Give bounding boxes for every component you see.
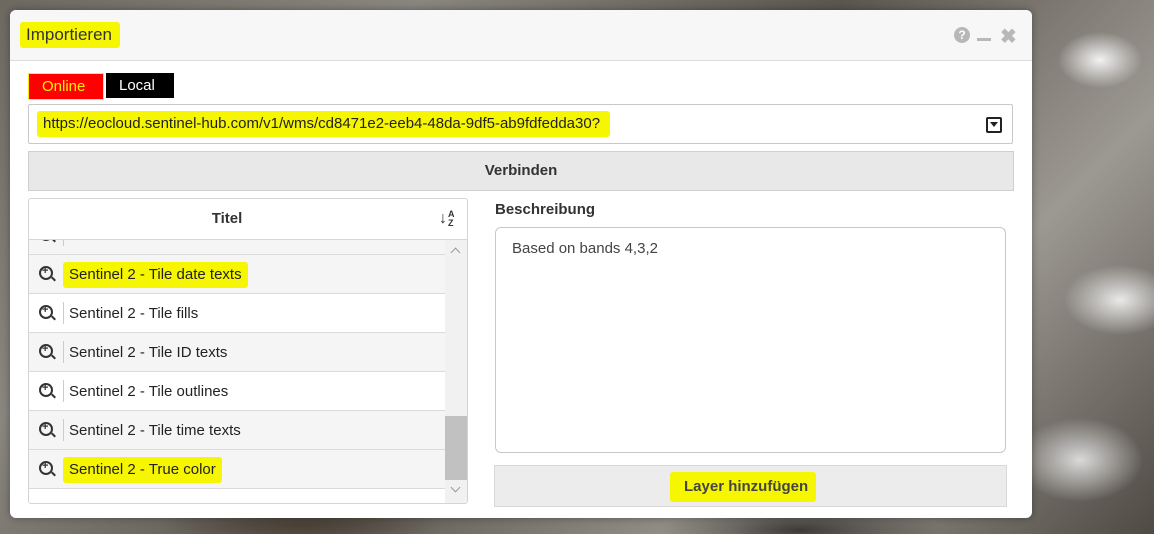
zoom-in-icon[interactable] — [39, 343, 53, 358]
sort-az-glyph: A Z — [448, 209, 455, 228]
help-icon[interactable]: ? — [954, 27, 970, 43]
close-icon[interactable]: ✖ — [1000, 24, 1017, 49]
dialog-titlebar[interactable]: Importieren ? ✖ — [10, 10, 1032, 61]
chevron-down-icon[interactable] — [450, 482, 461, 493]
layer-label: Sentinel 2 - True color — [63, 457, 222, 483]
sort-arrow-glyph: ↓ — [439, 210, 447, 227]
layer-label: Sentinel 2 - Tile outlines — [69, 383, 229, 400]
dialog-title: Importieren — [20, 22, 120, 48]
url-input[interactable]: https://eocloud.sentinel-hub.com/v1/wms/… — [28, 104, 1013, 144]
layer-label: Sentinel 2 - Tile time texts — [69, 422, 241, 439]
list-item[interactable]: Sentinel 2 - Tile ID texts — [29, 333, 445, 372]
list-item[interactable]: Sentinel 2 - Tile fills — [29, 294, 445, 333]
add-layer-button-label: Layer hinzufügen — [670, 472, 817, 502]
list-item[interactable]: Sentinel 2 - True color — [29, 450, 445, 489]
list-item[interactable]: Sentinel 2 - SWIR — [29, 240, 445, 255]
description-box: Based on bands 4,3,2 — [495, 227, 1006, 453]
layer-list-header: Titel ↓ A Z — [29, 199, 467, 240]
scrollbar-thumb[interactable] — [445, 416, 467, 480]
description-text: Based on bands 4,3,2 — [512, 240, 658, 257]
tab-online[interactable]: Online — [28, 73, 104, 100]
zoom-in-icon[interactable] — [39, 421, 53, 436]
list-item[interactable]: Sentinel 2 - Tile date texts — [29, 255, 445, 294]
layer-label: Sentinel 2 - Tile date texts — [63, 262, 248, 288]
chevron-up-icon[interactable] — [450, 247, 461, 258]
layer-label: Sentinel 2 - Tile fills — [69, 305, 199, 322]
list-item[interactable]: Sentinel 2 - Tile outlines — [29, 372, 445, 411]
zoom-in-icon[interactable] — [39, 240, 53, 241]
zoom-in-icon[interactable] — [39, 382, 53, 397]
import-dialog: Importieren ? ✖ Online Local https://eoc… — [10, 10, 1032, 518]
zoom-in-icon[interactable] — [39, 304, 53, 319]
layer-label: Sentinel 2 - SWIR — [63, 240, 194, 249]
caret-down-square-icon[interactable] — [986, 117, 1002, 133]
layer-label: Sentinel 2 - Tile ID texts — [69, 344, 228, 361]
url-value: https://eocloud.sentinel-hub.com/v1/wms/… — [37, 111, 611, 137]
add-layer-button[interactable]: Layer hinzufügen — [494, 465, 1007, 507]
layer-list-panel: Titel ↓ A Z Sentinel 2 - SWIR Sentinel 2… — [28, 198, 468, 504]
list-scrollbar[interactable] — [445, 240, 467, 503]
minimize-icon[interactable] — [977, 38, 991, 41]
list-item[interactable]: Sentinel 2 - Tile time texts — [29, 411, 445, 450]
zoom-in-icon[interactable] — [39, 265, 53, 280]
column-header-title[interactable]: Titel — [29, 199, 425, 239]
tab-local[interactable]: Local — [106, 73, 174, 98]
connect-button[interactable]: Verbinden — [28, 151, 1014, 191]
zoom-in-icon[interactable] — [39, 460, 53, 475]
layer-list: Sentinel 2 - SWIR Sentinel 2 - Tile date… — [29, 240, 445, 503]
description-label: Beschreibung — [495, 201, 596, 218]
